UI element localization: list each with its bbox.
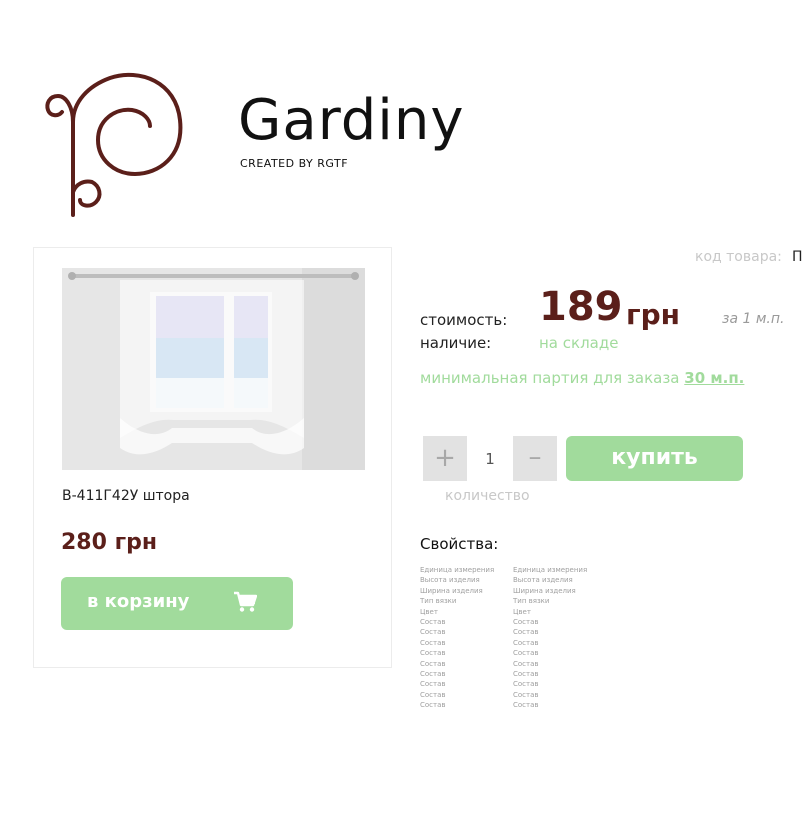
property-name: Единица измерения	[420, 566, 495, 574]
buy-button[interactable]: купить	[566, 436, 743, 481]
min-order-notice: минимальная партия для заказа 30 м.п.	[420, 369, 744, 387]
quantity-increase-button[interactable]: +	[423, 436, 467, 481]
add-to-cart-button[interactable]: в корзину	[61, 577, 293, 630]
stock-label: наличие:	[420, 334, 492, 352]
price-label: стоимость:	[420, 311, 508, 329]
property-name: Состав	[420, 628, 446, 637]
property-name: Тип вязки	[420, 597, 457, 606]
property-value: Тип вязки	[513, 597, 550, 606]
sku-value: П	[792, 249, 803, 265]
price-value: 189	[539, 284, 623, 330]
quantity-input[interactable]	[467, 436, 513, 481]
property-name: Цвет	[420, 607, 438, 616]
property-value: Цвет	[513, 607, 531, 616]
product-image[interactable]	[62, 268, 365, 470]
property-value: Состав	[513, 628, 539, 637]
product-card-price: 280 грн	[61, 530, 158, 555]
min-order-qty: 30 м.п.	[684, 369, 745, 387]
property-name: Состав	[420, 638, 446, 647]
property-value: Единица измерения	[513, 566, 588, 574]
min-order-text: минимальная партия для заказа	[420, 369, 680, 387]
shopping-cart-icon	[234, 591, 257, 612]
stock-status: на складе	[539, 334, 619, 352]
quantity-decrease-button[interactable]: –	[513, 436, 557, 481]
property-name: Состав	[420, 690, 446, 699]
property-value: Ширина изделия	[513, 586, 576, 595]
property-value: Состав	[513, 701, 539, 710]
property-value: Состав	[513, 618, 539, 627]
price-per-unit: за 1 м.п.	[722, 311, 785, 327]
price-currency: грн	[626, 298, 681, 331]
property-value: Состав	[513, 649, 539, 658]
property-name: Высота изделия	[420, 576, 480, 585]
logo-mark-icon[interactable]	[40, 62, 190, 222]
quantity-caption: количество	[445, 488, 530, 504]
property-name: Состав	[420, 670, 446, 679]
property-value: Состав	[513, 638, 539, 647]
add-to-cart-label: в корзину	[87, 591, 190, 612]
properties-values-column: Единица измерения Высота изделия Ширина …	[513, 565, 587, 711]
property-name: Состав	[420, 701, 446, 710]
property-name: Состав	[420, 618, 446, 627]
product-card-title[interactable]: В-411Г42У штора	[62, 488, 190, 504]
property-name: Состав	[420, 659, 446, 668]
property-value: Состав	[513, 680, 539, 689]
property-value: Состав	[513, 690, 539, 699]
property-value: Высота изделия	[513, 576, 573, 585]
sku-label: код товара:	[695, 249, 782, 265]
brand-tagline: CREATED BY RGTF	[240, 157, 349, 170]
property-name: Ширина изделия	[420, 586, 483, 595]
property-value: Состав	[513, 670, 539, 679]
properties-title: Свойства:	[420, 535, 499, 553]
brand-name[interactable]: Gardiny	[238, 88, 465, 154]
property-name: Состав	[420, 680, 446, 689]
property-value: Состав	[513, 659, 539, 668]
property-name: Состав	[420, 649, 446, 658]
curtain-window-image	[62, 268, 365, 470]
properties-names-column: Единица измерения Высота изделия Ширина …	[420, 565, 494, 711]
